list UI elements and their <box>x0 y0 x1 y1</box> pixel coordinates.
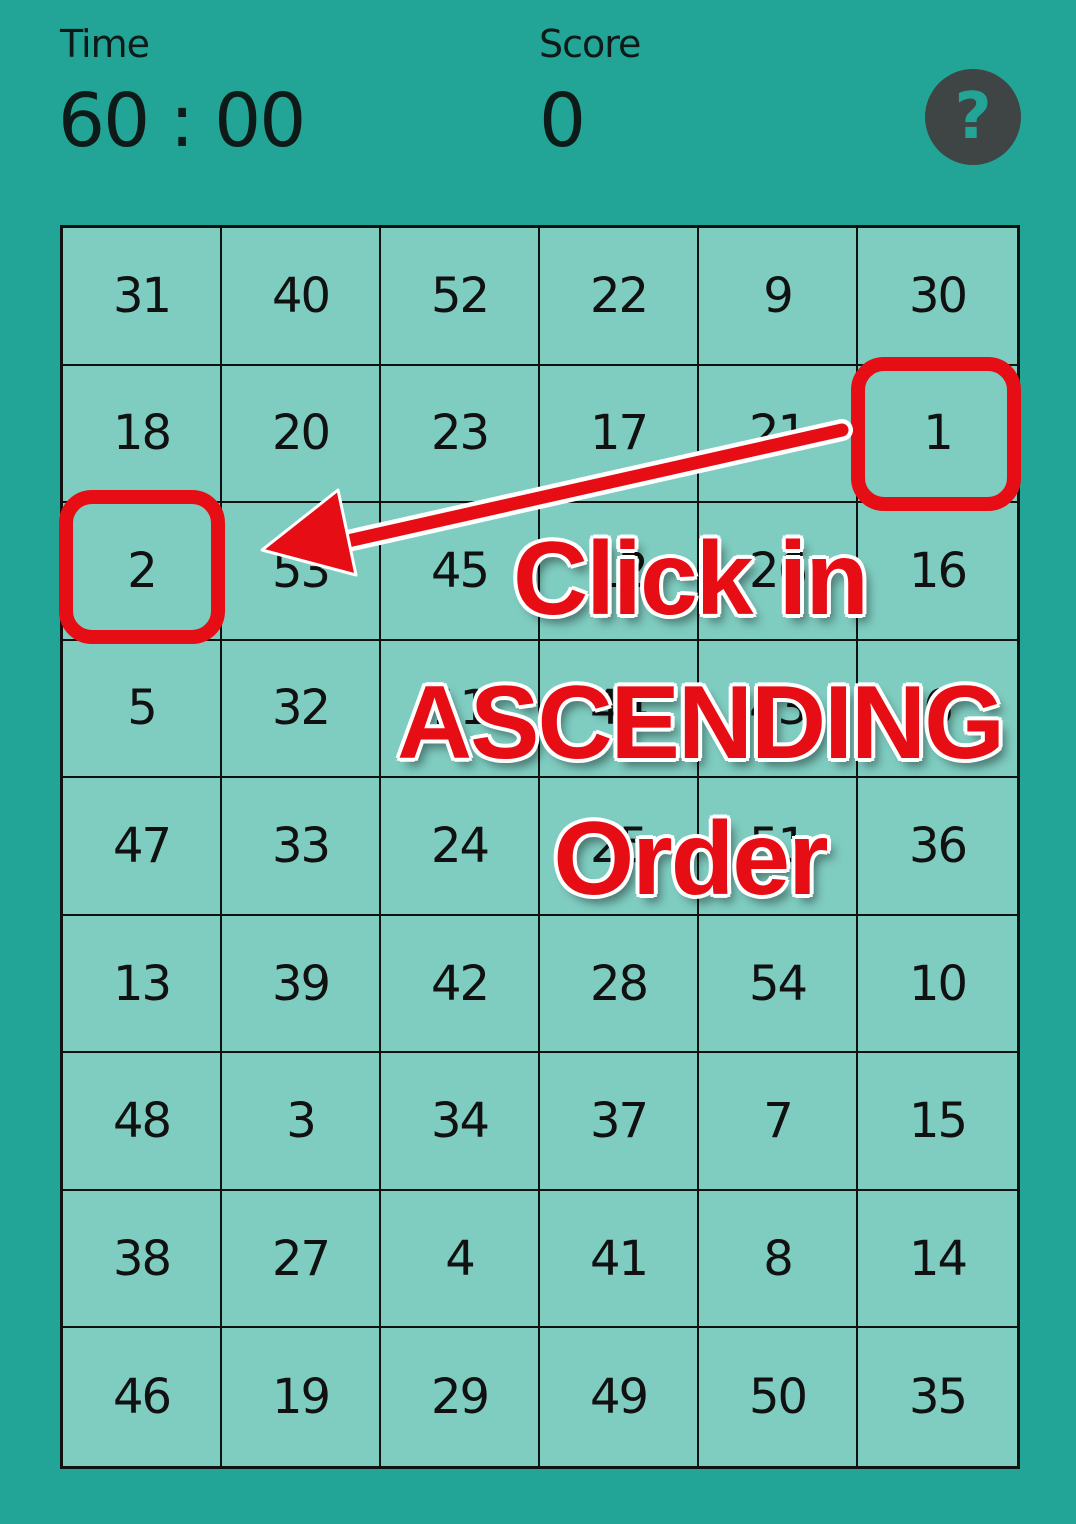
grid-cell[interactable]: 23 <box>381 365 540 504</box>
grid-cell[interactable]: 20 <box>222 365 381 504</box>
grid-cell[interactable]: 41 <box>540 1190 699 1329</box>
grid-cell[interactable]: 30 <box>858 228 1017 366</box>
grid-cell[interactable]: 22 <box>540 228 699 366</box>
grid-cell[interactable]: 27 <box>222 1190 381 1329</box>
grid-cell[interactable]: 53 <box>222 503 381 641</box>
grid-cell[interactable]: 1 <box>858 365 1017 504</box>
grid-cell[interactable]: 29 <box>381 1328 540 1466</box>
grid-cell[interactable]: 36 <box>858 778 1017 916</box>
grid-cell[interactable]: 14 <box>858 1190 1017 1329</box>
grid-cell[interactable]: 10 <box>858 915 1017 1054</box>
score-label: Score <box>539 22 641 66</box>
grid-cell[interactable]: 38 <box>63 1190 222 1329</box>
grid-cell[interactable]: 50 <box>699 1328 858 1466</box>
grid-cell[interactable]: 54 <box>699 915 858 1054</box>
grid-cell[interactable]: 8 <box>699 1190 858 1329</box>
hint-line-3: Order <box>552 800 830 919</box>
grid-cell[interactable]: 32 <box>222 640 381 779</box>
grid-cell[interactable]: 31 <box>63 228 222 366</box>
grid-cell[interactable]: 47 <box>63 778 222 916</box>
grid-cell[interactable]: 4 <box>381 1190 540 1329</box>
grid-cell[interactable]: 16 <box>858 503 1017 641</box>
help-button[interactable]: ? <box>925 69 1021 165</box>
grid-cell[interactable]: 5 <box>63 640 222 779</box>
grid-cell[interactable]: 37 <box>540 1053 699 1191</box>
grid-cell[interactable]: 21 <box>699 365 858 504</box>
grid-cell[interactable]: 19 <box>222 1328 381 1466</box>
grid-cell[interactable]: 49 <box>540 1328 699 1466</box>
grid-cell[interactable]: 39 <box>222 915 381 1054</box>
time-label: Time <box>60 22 150 66</box>
grid-cell[interactable]: 34 <box>381 1053 540 1191</box>
grid-cell[interactable]: 48 <box>63 1053 222 1191</box>
grid-cell[interactable]: 42 <box>381 915 540 1054</box>
grid-cell[interactable]: 35 <box>858 1328 1017 1466</box>
time-value: 60 : 00 <box>58 78 306 164</box>
grid-cell[interactable]: 18 <box>63 365 222 504</box>
grid-cell[interactable]: 28 <box>540 915 699 1054</box>
grid-cell[interactable]: 40 <box>222 228 381 366</box>
grid-cell[interactable]: 24 <box>381 778 540 916</box>
grid-cell[interactable]: 52 <box>381 228 540 366</box>
grid-cell[interactable]: 15 <box>858 1053 1017 1191</box>
grid-cell[interactable]: 3 <box>222 1053 381 1191</box>
grid-cell[interactable]: 7 <box>699 1053 858 1191</box>
grid-cell[interactable]: 33 <box>222 778 381 916</box>
score-value: 0 <box>539 78 586 164</box>
hint-line-1: Click in <box>512 520 871 639</box>
grid-cell[interactable]: 2 <box>63 503 222 641</box>
question-mark-icon: ? <box>954 80 992 154</box>
grid-cell[interactable]: 17 <box>540 365 699 504</box>
grid-cell[interactable]: 46 <box>63 1328 222 1466</box>
hint-line-2: ASCENDING <box>395 664 1006 783</box>
grid-cell[interactable]: 9 <box>699 228 858 366</box>
grid-cell[interactable]: 13 <box>63 915 222 1054</box>
